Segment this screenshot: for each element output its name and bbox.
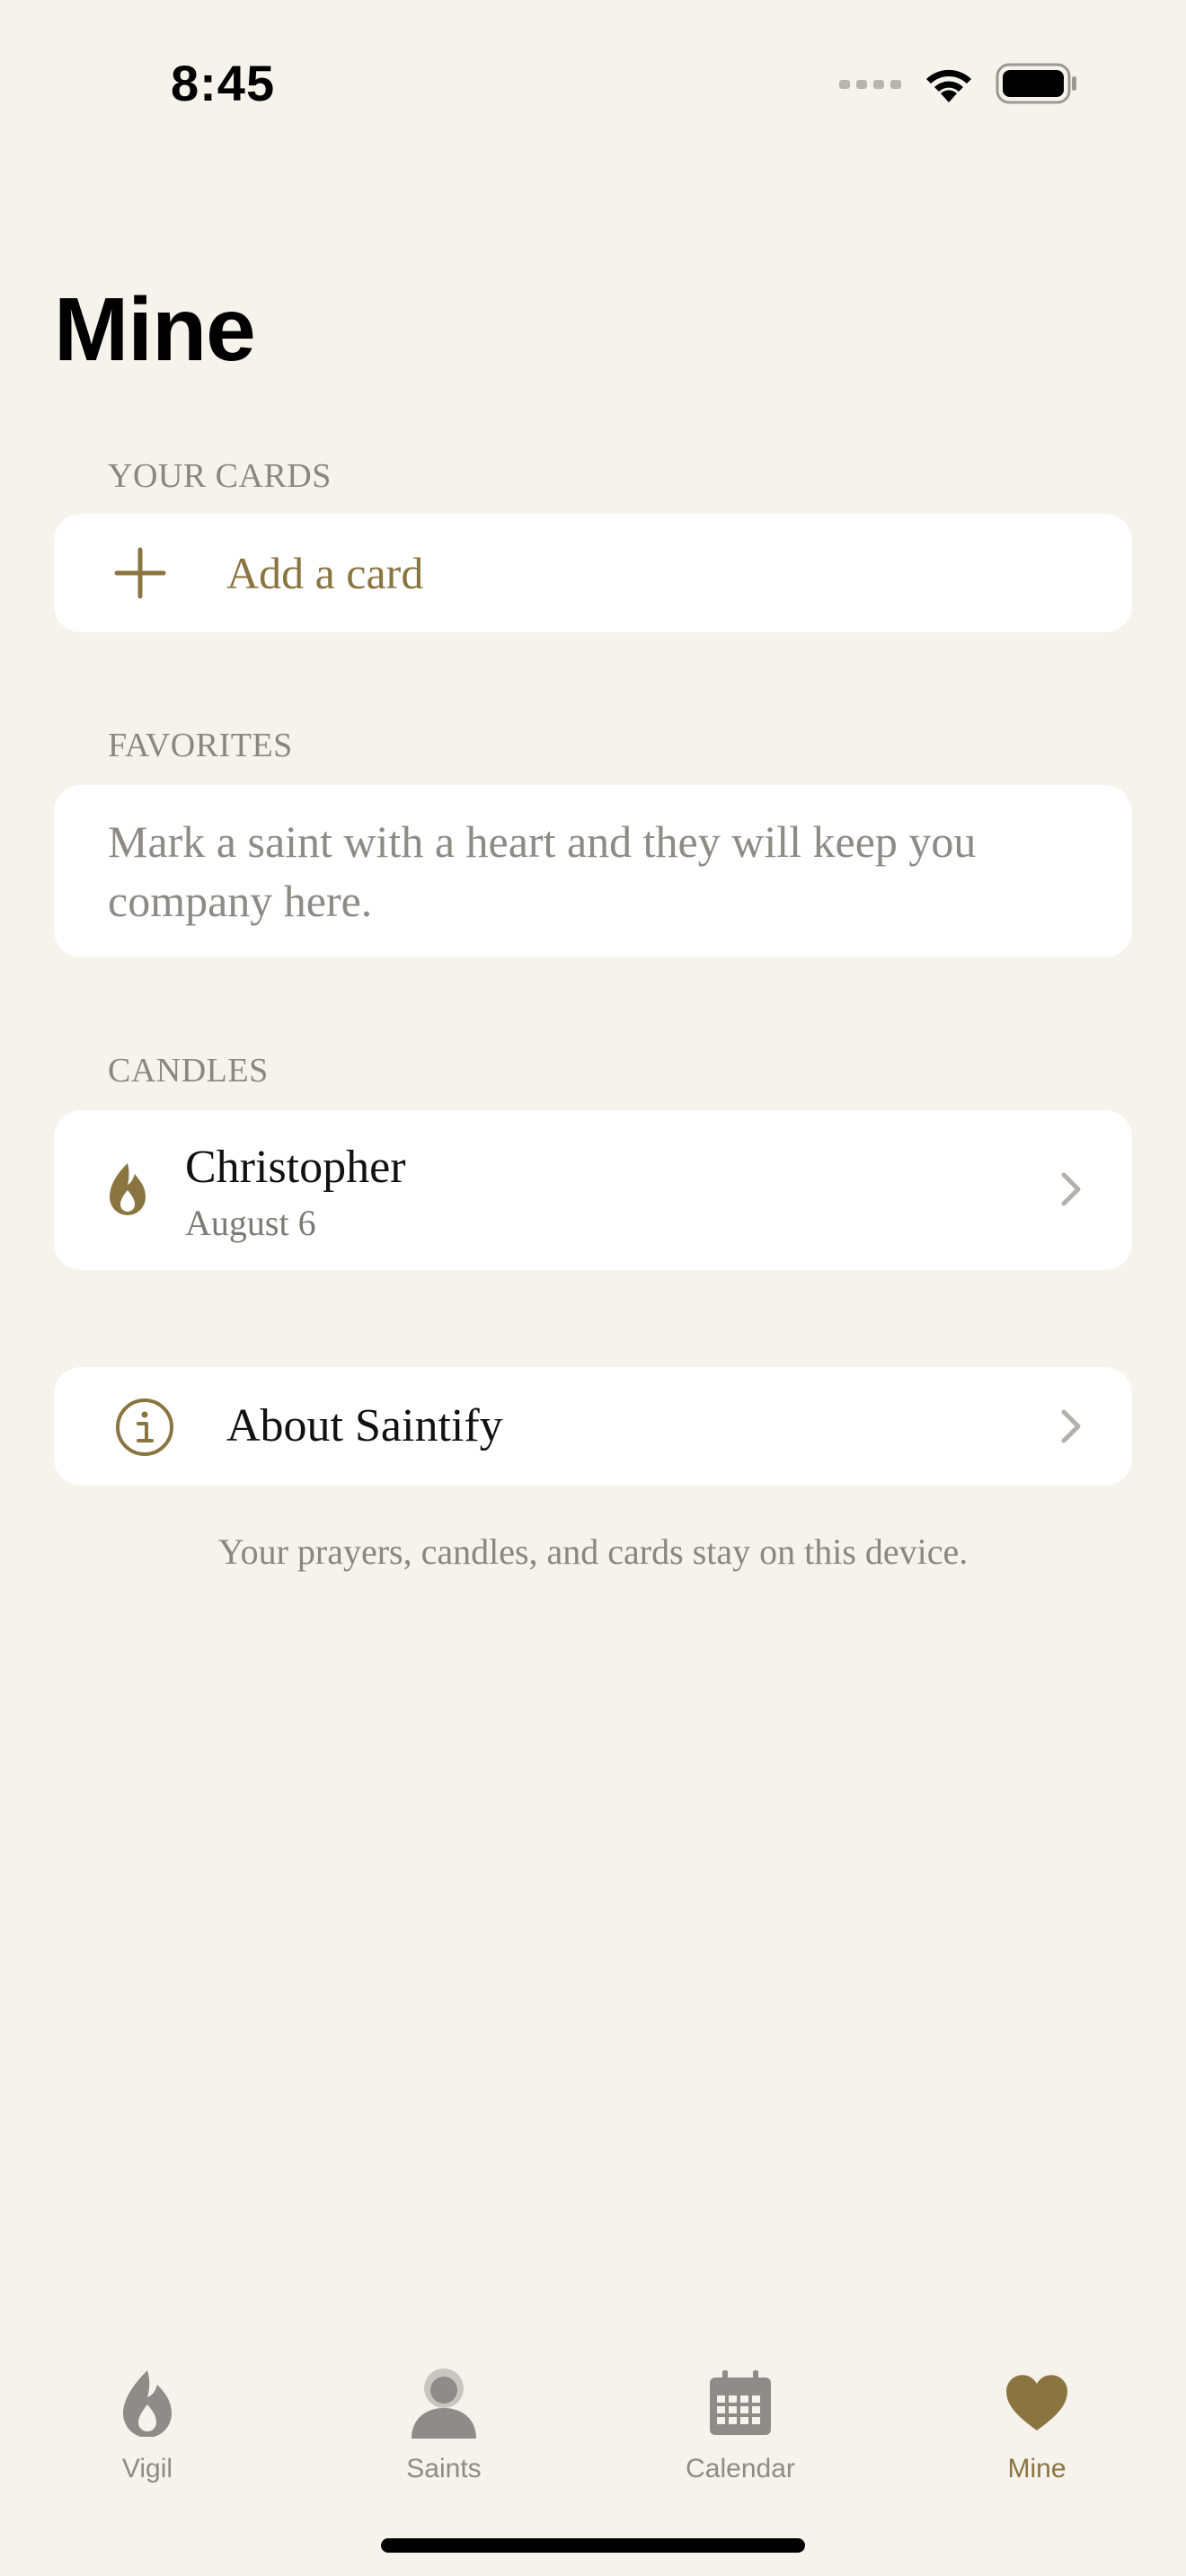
plus-icon (113, 546, 167, 600)
signal-icon (839, 75, 902, 97)
tab-label: Saints (406, 2454, 482, 2483)
privacy-footnote: Your prayers, candles, and cards stay on… (217, 1531, 969, 1572)
favorites-empty-card: Mark a saint with a heart and they will … (54, 785, 1132, 957)
status-time: 8:45 (171, 55, 276, 111)
tab-saints[interactable]: Saints (336, 2362, 552, 2484)
tab-calendar[interactable]: Calendar (633, 2362, 848, 2484)
candle-name: Christopher (185, 1142, 406, 1193)
page-title: Mine (54, 279, 256, 380)
about-saintify-label: About Saintify (226, 1400, 503, 1451)
section-label-candles: CANDLES (108, 1052, 269, 1090)
about-saintify-row[interactable]: About Saintify (54, 1367, 1132, 1486)
flame-icon (102, 1160, 153, 1218)
heart-icon (1005, 2362, 1069, 2443)
tab-label: Calendar (686, 2454, 795, 2483)
chevron-right-icon (1060, 1408, 1082, 1449)
calendar-icon (708, 2362, 773, 2443)
candle-row-christopher[interactable]: Christopher August 6 (54, 1110, 1132, 1270)
candle-date: August 6 (185, 1203, 316, 1243)
person-icon (406, 2362, 482, 2443)
favorites-empty-text: Mark a saint with a heart and they will … (108, 816, 977, 926)
tab-label: Mine (1007, 2454, 1067, 2483)
add-card-label: Add a card (226, 548, 424, 598)
info-icon (115, 1398, 174, 1457)
status-icons (839, 63, 1078, 108)
add-card-button[interactable]: Add a card (54, 514, 1132, 632)
section-label-your-cards: YOUR CARDS (108, 457, 332, 495)
tab-vigil[interactable]: Vigil (40, 2362, 255, 2484)
wifi-icon (922, 63, 976, 109)
chevron-right-icon (1060, 1171, 1082, 1212)
tab-mine[interactable]: Mine (929, 2362, 1145, 2484)
flame-icon (119, 2362, 175, 2443)
tab-label: Vigil (121, 2454, 173, 2483)
battery-icon (996, 63, 1078, 109)
section-label-favorites: FAVORITES (108, 727, 293, 764)
home-indicator[interactable] (381, 2538, 805, 2553)
